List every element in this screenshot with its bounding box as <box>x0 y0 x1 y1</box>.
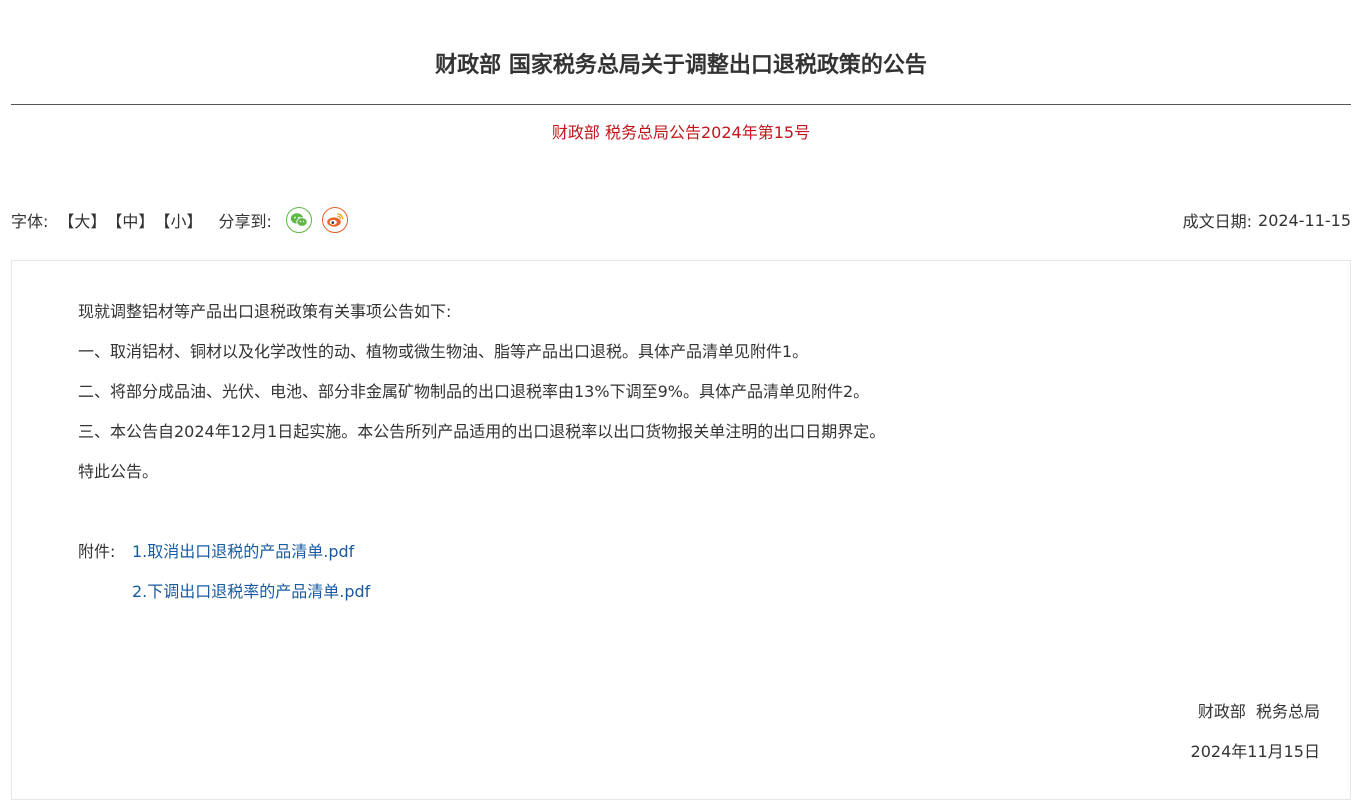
font-size-large-button[interactable]: 【大】 <box>58 208 106 232</box>
attachment-link-1[interactable]: 1.取消出口退税的产品清单.pdf <box>132 540 354 564</box>
toolbar-left: 字体: 【大】 【中】 【小】 分享到: <box>11 204 348 236</box>
font-size-label: 字体: <box>11 212 49 231</box>
closing-paragraph: 特此公告。 <box>78 462 159 481</box>
article-item-3: 三、本公告自2024年12月1日起实施。本公告所列产品适用的出口退税率以出口货物… <box>78 422 886 441</box>
weibo-share-icon[interactable] <box>321 207 348 233</box>
document-number: 财政部 税务总局公告2024年第15号 <box>551 123 811 142</box>
wechat-icon <box>290 213 308 227</box>
article-content: 现就调整铝材等产品出口退税政策有关事项公告如下: 一、取消铝材、铜材以及化学改性… <box>11 260 1351 800</box>
article-page: 财政部 国家税务总局关于调整出口退税政策的公告 财政部 税务总局公告2024年第… <box>11 0 1351 800</box>
date-label: 成文日期: <box>1182 212 1253 231</box>
date-value: 2024-11-15 <box>1258 210 1351 230</box>
signature-issuer: 财政部 税务总局 <box>1197 702 1320 721</box>
page-title: 财政部 国家税务总局关于调整出口退税政策的公告 <box>435 53 927 78</box>
signature-date: 2024年11月15日 <box>1190 742 1320 761</box>
title-divider <box>11 104 1351 105</box>
article-item-1: 一、取消铝材、铜材以及化学改性的动、植物或微生物油、脂等产品出口退税。具体产品清… <box>78 342 809 361</box>
article-item-2: 二、将部分成品油、光伏、电池、部分非金属矿物制品的出口退税率由13%下调至9%。… <box>78 382 870 401</box>
intro-paragraph: 现就调整铝材等产品出口退税政策有关事项公告如下: <box>78 302 452 321</box>
share-label: 分享到: <box>218 212 272 231</box>
attachments-label: 附件: <box>78 542 116 561</box>
attachment-link-2[interactable]: 2.下调出口退税率的产品清单.pdf <box>132 580 370 604</box>
font-size-small-button[interactable]: 【小】 <box>154 208 202 232</box>
toolbar-right: 成文日期: 2024-11-15 <box>1183 204 1351 236</box>
article-toolbar: 字体: 【大】 【中】 【小】 分享到: 成文日期: 2024-11-15 <box>11 204 1351 236</box>
font-size-medium-button[interactable]: 【中】 <box>106 208 154 232</box>
wechat-share-icon[interactable] <box>285 207 312 233</box>
weibo-icon <box>327 213 344 227</box>
